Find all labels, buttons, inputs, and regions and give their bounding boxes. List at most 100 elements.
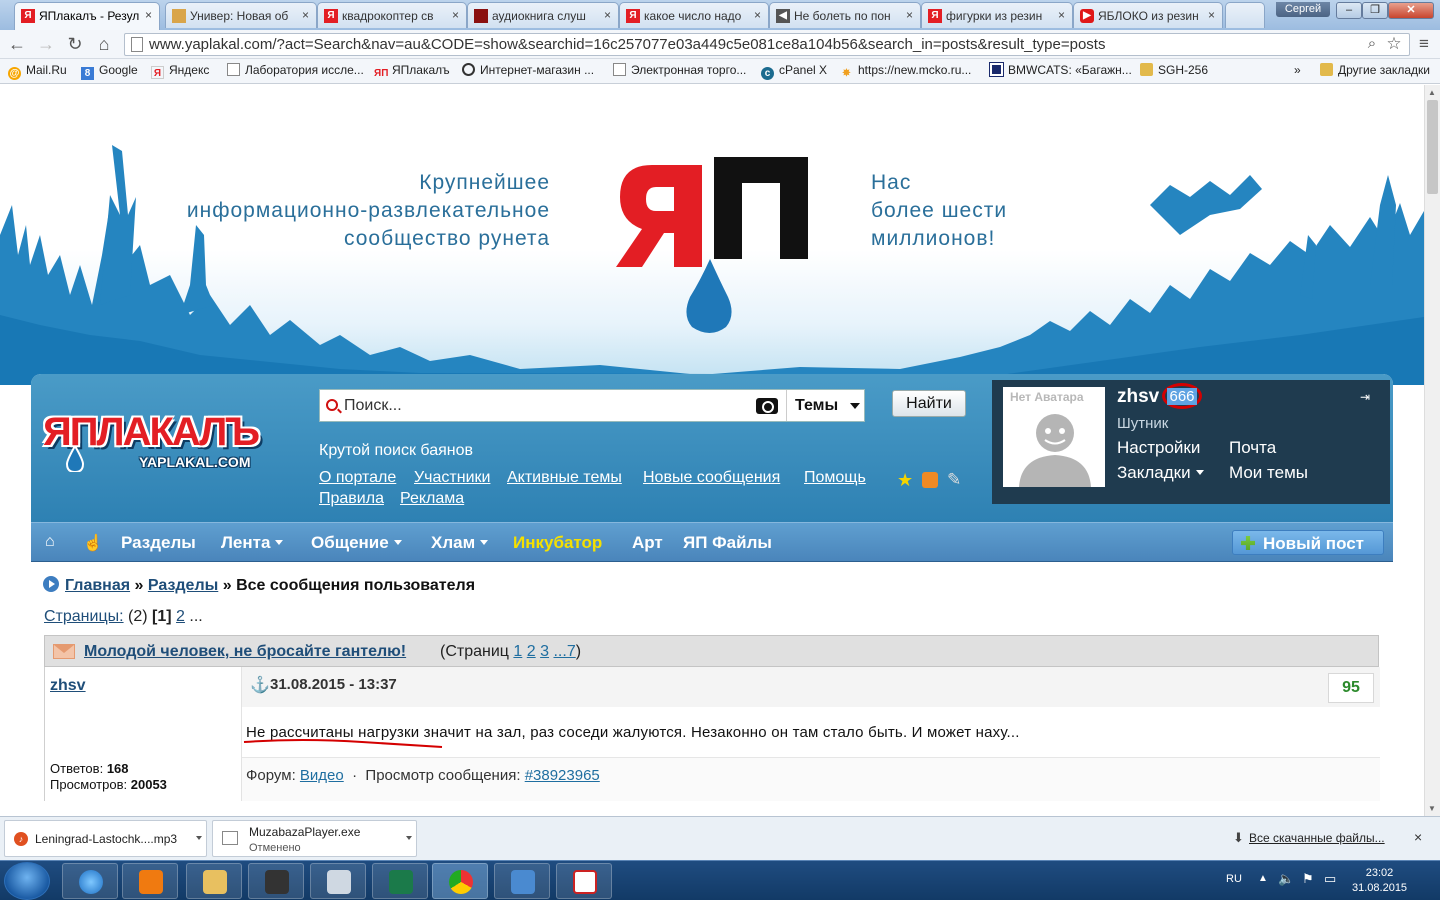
close-icon[interactable]: ×: [1058, 8, 1065, 22]
minimize-button[interactable]: –: [1336, 2, 1362, 19]
forum-link[interactable]: Видео: [300, 767, 344, 784]
star-icon[interactable]: ☆: [1384, 34, 1404, 54]
bookmark-mailru[interactable]: @ Mail.Ru: [8, 63, 67, 80]
link-settings[interactable]: Настройки: [1117, 438, 1200, 458]
topic-page-2[interactable]: 2: [527, 643, 536, 660]
monitor-icon[interactable]: ▭: [1324, 871, 1336, 887]
bookmark-trade[interactable]: Электронная торго...: [613, 63, 746, 77]
breadcrumb-sections[interactable]: Разделы: [148, 577, 218, 594]
tab-yaplakal[interactable]: Я ЯПлакалъ - Резул ×: [14, 2, 160, 30]
bookmarks-overflow[interactable]: »: [1294, 63, 1301, 77]
nav-chat[interactable]: Общение: [311, 533, 402, 553]
forward-icon[interactable]: →: [36, 34, 56, 54]
pagination-label[interactable]: Страницы:: [44, 608, 124, 625]
topic-page-1[interactable]: 1: [513, 643, 522, 660]
tab-quadcopter[interactable]: Я квадрокоптер св ×: [317, 2, 467, 28]
topic-page-3[interactable]: 3: [540, 643, 549, 660]
nav-art[interactable]: Арт: [632, 533, 663, 553]
scroll-down-icon[interactable]: ▼: [1428, 804, 1436, 813]
post-author[interactable]: zhsv: [50, 677, 86, 695]
post-id-link[interactable]: #38923965: [525, 767, 600, 784]
rss-icon[interactable]: [922, 472, 938, 488]
chevron-down-icon[interactable]: [196, 836, 202, 840]
avatar[interactable]: Нет Аватара: [1003, 387, 1105, 487]
pagination-next[interactable]: 2: [176, 608, 185, 625]
taskbar-pdf[interactable]: [556, 863, 612, 899]
tray-expand-icon[interactable]: ▲: [1258, 873, 1268, 884]
maximize-button[interactable]: ❐: [1362, 2, 1388, 19]
taskbar-explorer[interactable]: [186, 863, 242, 899]
topic-page-last[interactable]: ...7: [553, 643, 575, 660]
search-input[interactable]: [344, 395, 744, 417]
back-icon[interactable]: ←: [7, 34, 27, 54]
search-scope-select[interactable]: Темы: [786, 390, 866, 421]
nav-feed[interactable]: Лента: [221, 533, 284, 553]
close-icon[interactable]: ×: [604, 8, 611, 22]
close-icon[interactable]: ×: [145, 8, 152, 22]
link-bookmarks[interactable]: Закладки: [1117, 463, 1204, 483]
nav-sections[interactable]: Разделы: [121, 533, 196, 553]
link-active-topics[interactable]: Активные темы: [507, 469, 622, 487]
nav-files[interactable]: ЯП Файлы: [683, 533, 772, 553]
download-item[interactable]: MuzabazaPlayer.exe Отменено: [212, 820, 417, 857]
start-button[interactable]: [4, 862, 50, 900]
reload-icon[interactable]: ↻: [65, 34, 85, 54]
bookmark-sgh[interactable]: SGH-256: [1140, 63, 1208, 77]
page-scrollbar[interactable]: ▲ ▼: [1424, 85, 1440, 816]
tab-number[interactable]: Я какое число надо ×: [619, 2, 769, 28]
tab-health[interactable]: ◀ Не болеть по пон ×: [769, 2, 921, 28]
link-help[interactable]: Помощь: [804, 469, 866, 487]
link-new-messages[interactable]: Новые сообщения: [643, 469, 780, 487]
find-button[interactable]: Найти: [892, 390, 966, 417]
link-rules[interactable]: Правила: [319, 490, 384, 508]
taskbar-ie[interactable]: [62, 863, 118, 899]
star-icon[interactable]: ★: [897, 470, 913, 491]
thumbs-up-icon[interactable]: ☝: [83, 533, 103, 553]
bookmark-other[interactable]: Другие закладки: [1320, 63, 1430, 77]
tab-figures[interactable]: Я фигурки из резин ×: [921, 2, 1073, 28]
download-item[interactable]: ♪ Leningrad-Lastochk....mp3: [4, 820, 207, 857]
home-icon[interactable]: ⌂: [45, 533, 55, 551]
close-icon[interactable]: ×: [1414, 829, 1422, 845]
camera-icon[interactable]: [756, 398, 778, 414]
link-my-topics[interactable]: Мои темы: [1229, 463, 1308, 483]
clock[interactable]: 23:02 31.08.2015: [1352, 866, 1407, 896]
bookmark-yap[interactable]: ЯП ЯПлакалъ: [374, 63, 450, 80]
bookmark-bmw[interactable]: BMWCATS: «Багажн...: [989, 62, 1132, 77]
logout-icon[interactable]: ⇥: [1360, 390, 1370, 404]
taskbar-rf[interactable]: [248, 863, 304, 899]
new-tab-button[interactable]: [1225, 2, 1265, 28]
reputation-badge[interactable]: 666: [1162, 383, 1202, 409]
topic-title[interactable]: Молодой человек, не бросайте гантелю!: [84, 643, 406, 661]
bookmark-yandex[interactable]: Я Яндекс: [151, 63, 209, 79]
tab-audiobook[interactable]: аудиокнига слуш ×: [467, 2, 619, 28]
scroll-up-icon[interactable]: ▲: [1428, 88, 1436, 97]
window-close-button[interactable]: ✕: [1388, 2, 1434, 19]
bookmark-google[interactable]: 8 Google: [81, 63, 138, 80]
tab-apple[interactable]: ▶ ЯБЛОКО из резин ×: [1073, 2, 1223, 28]
breadcrumb-home[interactable]: Главная: [65, 577, 130, 594]
nav-junk[interactable]: Хлам: [431, 533, 489, 553]
menu-icon[interactable]: ≡: [1414, 34, 1434, 54]
all-downloads-link[interactable]: Все скачанные файлы...: [1249, 831, 1385, 845]
bookmark-cpanel[interactable]: c cPanel X: [761, 63, 827, 80]
link-about[interactable]: О портале: [319, 469, 396, 487]
link-ads[interactable]: Реклама: [400, 490, 464, 508]
bookmark-mcko[interactable]: ✸ https://new.mcko.ru...: [840, 63, 971, 80]
home-icon[interactable]: ⌂: [94, 34, 114, 54]
taskbar-app[interactable]: [372, 863, 428, 899]
anchor-icon[interactable]: ⚓: [250, 675, 270, 695]
taskbar-chrome[interactable]: [432, 863, 488, 899]
profile-chip[interactable]: Сергей: [1276, 2, 1330, 17]
link-members[interactable]: Участники: [414, 469, 490, 487]
nav-incubator[interactable]: Инкубатор: [513, 533, 602, 553]
scroll-thumb[interactable]: [1427, 100, 1438, 194]
tab-univer[interactable]: Универ: Новая об ×: [165, 2, 317, 28]
chevron-down-icon[interactable]: [406, 836, 412, 840]
user-name[interactable]: zhsv: [1117, 386, 1159, 408]
taskbar-media[interactable]: [122, 863, 178, 899]
bookmark-lab[interactable]: Лаборатория иссле...: [227, 63, 364, 77]
flag-icon[interactable]: ⚑: [1302, 871, 1314, 887]
taskbar-calc[interactable]: [310, 863, 366, 899]
link-mail[interactable]: Почта: [1229, 438, 1276, 458]
